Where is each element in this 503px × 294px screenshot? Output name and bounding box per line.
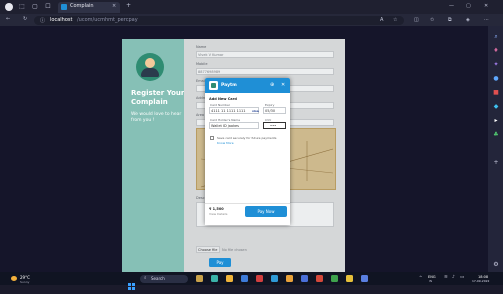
card-number-value: 4111 11 1111 1111 — [211, 108, 246, 113]
holder-value: Wallet ID jaakes — [211, 123, 239, 128]
favicon-icon — [61, 4, 67, 10]
add-sidebar-icon[interactable]: + — [491, 159, 501, 167]
split-screen-icon[interactable]: ◫ — [414, 17, 419, 23]
games-icon[interactable]: ● — [491, 75, 501, 83]
sidebar-settings-icon[interactable]: ⚙ — [491, 261, 501, 269]
language-sub: IN — [429, 279, 433, 283]
close-modal-icon[interactable]: ✕ — [281, 82, 285, 88]
taskview-icon[interactable] — [196, 275, 203, 282]
favorites-bar-icon[interactable]: ✩ — [430, 17, 434, 23]
app-red-icon[interactable] — [316, 275, 323, 282]
tab-actions-icon[interactable]: ▢ — [31, 3, 39, 11]
search-icon: ⌕ — [144, 276, 147, 281]
read-aloud-icon[interactable]: A — [380, 17, 383, 23]
submit-button[interactable]: Pay — [209, 258, 231, 267]
reload-icon[interactable]: ↻ — [23, 16, 27, 22]
user-icon — [145, 58, 155, 68]
tab-title: Complain — [70, 3, 94, 9]
store-icon[interactable] — [241, 275, 248, 282]
clock-date: 17-09-2022 — [472, 279, 490, 283]
name-label: Name — [196, 45, 207, 49]
new-tab-button[interactable]: + — [126, 2, 131, 9]
weather-desc: Sunny — [20, 279, 30, 284]
battery-icon[interactable]: ▭ — [460, 275, 464, 280]
card-brand-icon: visa — [252, 108, 259, 113]
office-icon[interactable]: ■ — [491, 89, 501, 97]
tools-icon[interactable]: ✦ — [491, 61, 501, 69]
workspace-icon[interactable]: ⬚ — [18, 3, 26, 11]
outlook-icon[interactable]: ◆ — [491, 103, 501, 111]
close-tab-icon[interactable]: × — [112, 3, 116, 9]
area-label: Area — [196, 113, 205, 117]
url-path: /ucom/ucmhmt_percpay — [77, 17, 138, 23]
edge-icon[interactable] — [211, 275, 218, 282]
save-card-checkbox[interactable] — [210, 136, 214, 140]
tray-chevron-icon[interactable]: ^ — [419, 275, 422, 280]
mobile-value: 8877698989 — [198, 70, 221, 74]
amount-value: ₹ 1,500 — [209, 207, 224, 211]
merchant-logo-icon — [211, 83, 216, 88]
amount-caption[interactable]: View Details — [209, 212, 227, 216]
choose-file-label: Choose file — [198, 248, 218, 252]
clock-time[interactable]: 18:08 — [478, 275, 488, 279]
tree-icon[interactable]: ♣ — [491, 131, 501, 139]
more-icon[interactable]: ⋯ — [484, 17, 489, 23]
minimize-icon[interactable]: — — [449, 3, 454, 9]
collections-icon[interactable]: ⧉ — [448, 17, 452, 23]
app-blue-icon[interactable] — [301, 275, 308, 282]
language-label[interactable]: ENG — [428, 275, 436, 279]
favorite-icon[interactable]: ☆ — [393, 17, 397, 23]
expiry-value: 05/30 — [265, 108, 276, 113]
app-word-icon[interactable] — [361, 275, 368, 282]
vscode-icon[interactable] — [271, 275, 278, 282]
card-section-title: Add New Card — [209, 97, 237, 101]
name-value: Vivek V Kumar — [198, 53, 224, 57]
back-icon[interactable]: ← — [6, 16, 10, 22]
know-more-link[interactable]: Know More — [217, 141, 234, 145]
language-icon[interactable]: ⊕ — [270, 82, 274, 88]
profile-icon[interactable] — [5, 3, 13, 11]
mobile-label: Mobile — [196, 62, 208, 66]
maximize-icon[interactable]: ▢ — [466, 3, 471, 9]
app-green-icon[interactable] — [331, 275, 338, 282]
info-icon[interactable]: ⓘ — [40, 17, 45, 24]
start-icon[interactable] — [128, 275, 135, 290]
file-status: No file chosen — [222, 248, 247, 252]
url-host: localhost — [50, 17, 73, 23]
search-label: Search — [151, 276, 165, 281]
user-body-icon — [141, 68, 159, 77]
file-explorer-icon[interactable] — [226, 275, 233, 282]
drop-icon[interactable]: ▸ — [491, 117, 501, 125]
page-title: Register Your Complain — [131, 89, 185, 106]
app-orange-icon[interactable] — [286, 275, 293, 282]
page-subtitle: We would love to hear from you ! — [131, 112, 182, 123]
wifi-icon[interactable]: ≋ — [444, 275, 448, 280]
app-yellow-icon[interactable] — [346, 275, 353, 282]
search-sidebar-icon[interactable]: ⌕ — [491, 33, 501, 41]
cvv-value: ••• — [270, 123, 277, 128]
save-card-text: Save card securely for future payments — [217, 136, 277, 140]
shopping-icon[interactable]: ♦ — [491, 47, 501, 55]
office-app-icon[interactable] — [256, 275, 263, 282]
weather-icon[interactable] — [11, 276, 17, 281]
volume-icon[interactable]: ♪ — [452, 275, 455, 280]
extensions-icon[interactable]: ◈ — [466, 17, 470, 23]
paytm-brand: Paytm — [221, 83, 237, 88]
close-window-icon[interactable]: ✕ — [484, 3, 488, 9]
tab-list-icon[interactable]: ☐ — [44, 3, 52, 11]
pay-now-button[interactable]: Pay Now — [245, 206, 287, 217]
